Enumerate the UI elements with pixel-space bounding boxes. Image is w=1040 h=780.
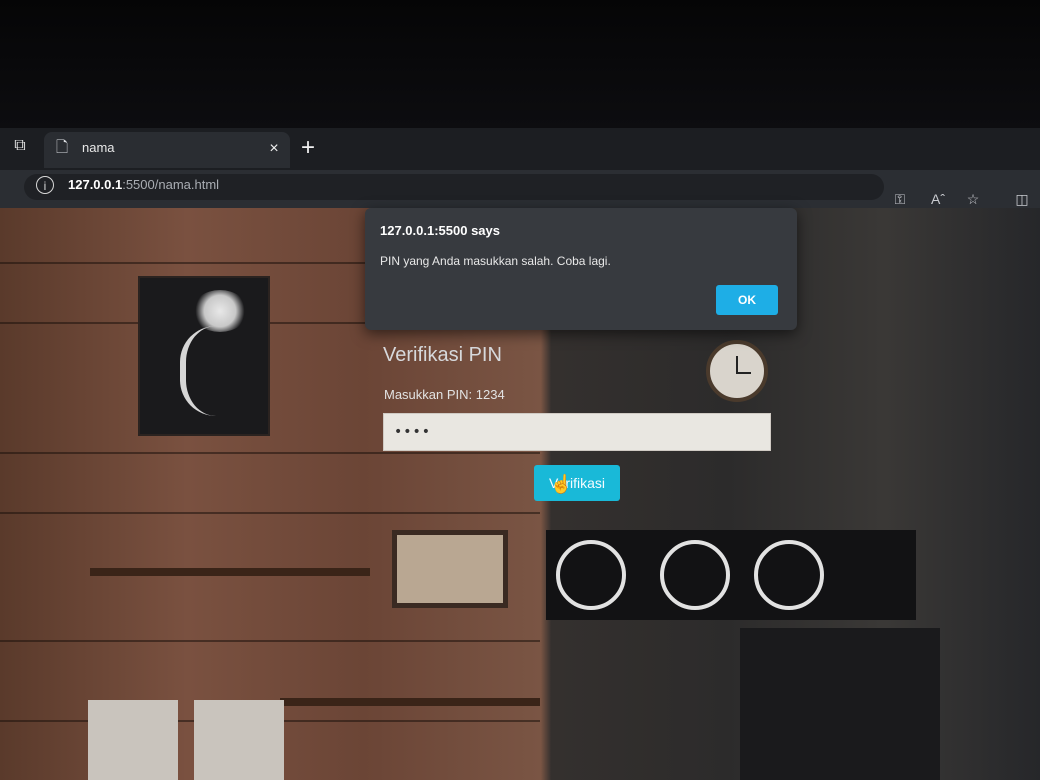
ok-button[interactable]: OK [716, 285, 778, 315]
tab-nama[interactable] [44, 132, 290, 168]
painting-flower [192, 290, 248, 332]
pin-input[interactable]: •••• [383, 413, 771, 451]
monitor-bezel [0, 0, 1040, 128]
espresso-machine [740, 628, 940, 780]
white-cabinet [88, 700, 178, 780]
pin-label: Masukkan PIN: 1234 [384, 387, 505, 402]
key-icon[interactable]: ⚿ [890, 189, 910, 209]
dialog-title: 127.0.0.1:5500 says [380, 223, 500, 238]
verify-button[interactable]: Verifikasi [534, 465, 620, 501]
latte-art-image [660, 540, 730, 610]
dialog-message: PIN yang Anda masukkan salah. Coba lagi. [380, 254, 611, 268]
wall-plank [0, 452, 540, 454]
wall-shelf [280, 698, 540, 706]
latte-art-image [556, 540, 626, 610]
page-icon: 🗋 [56, 139, 69, 156]
wall-plank [0, 640, 540, 642]
wall-sign [392, 530, 508, 608]
tab-actions-icon[interactable]: ⧉ [10, 136, 30, 156]
wall-plank [0, 512, 540, 514]
wall-shelf [90, 568, 370, 576]
url-text[interactable]: 127.0.0.1:5500/nama.html [68, 176, 219, 194]
tab-title: nama [82, 140, 115, 155]
site-info-icon[interactable]: i [36, 176, 54, 194]
wall-clock [706, 340, 768, 402]
flower-painting [138, 276, 270, 436]
split-screen-icon[interactable]: ◫ [1012, 189, 1032, 209]
painting-stem [180, 326, 216, 416]
hand-cursor-icon: ☝ [550, 474, 573, 494]
favorite-star-icon[interactable]: ☆ [963, 189, 983, 209]
white-cabinet [194, 700, 284, 780]
read-aloud-icon[interactable]: Aˆ [928, 189, 948, 209]
url-host: 127.0.0.1 [68, 177, 123, 192]
url-path: :5500/nama.html [122, 177, 220, 192]
latte-art-image [754, 540, 824, 610]
screen: ⧉ 🗋 nama × + i 127.0.0.1:5500/nama.html … [0, 0, 1040, 780]
new-tab-button[interactable]: + [296, 136, 320, 160]
page-title: Verifikasi PIN [383, 344, 502, 366]
close-tab-icon[interactable]: × [264, 139, 284, 159]
